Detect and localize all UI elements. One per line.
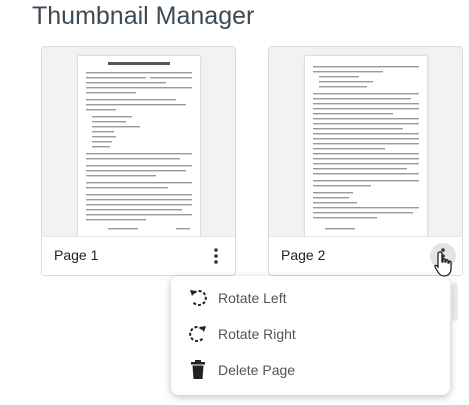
document-preview-graphic <box>86 62 192 230</box>
page-thumbnail-image <box>78 56 200 236</box>
more-vertical-icon <box>214 248 218 264</box>
trash-icon <box>187 360 209 380</box>
thumbnail-area[interactable] <box>42 47 235 238</box>
hand-cursor-icon <box>434 251 452 277</box>
menu-item-label: Rotate Right <box>218 326 296 342</box>
page-options-button[interactable] <box>203 243 229 269</box>
document-preview-graphic <box>313 66 419 230</box>
menu-item-label: Delete Page <box>218 362 296 378</box>
page-context-menu: Rotate Left Rotate Right Delete Page <box>171 276 450 395</box>
rotate-right-icon <box>187 324 209 344</box>
card-footer: Page 1 <box>42 236 235 275</box>
page-thumbnail-image <box>305 56 427 236</box>
menu-item-rotate-right[interactable]: Rotate Right <box>171 316 450 352</box>
page-thumbnail-card-2[interactable]: Page 2 <box>268 46 463 276</box>
menu-item-rotate-left[interactable]: Rotate Left <box>171 280 450 316</box>
page-thumbnail-card-1[interactable]: Page 1 <box>41 46 236 276</box>
menu-item-delete-page[interactable]: Delete Page <box>171 352 450 388</box>
page-label: Page 2 <box>281 247 326 263</box>
menu-scrollbar[interactable] <box>452 283 458 321</box>
page-label: Page 1 <box>54 247 99 263</box>
rotate-left-icon <box>187 288 209 308</box>
thumbnail-area[interactable] <box>269 47 462 238</box>
page-title: Thumbnail Manager <box>32 2 255 30</box>
menu-item-label: Rotate Left <box>218 290 287 306</box>
